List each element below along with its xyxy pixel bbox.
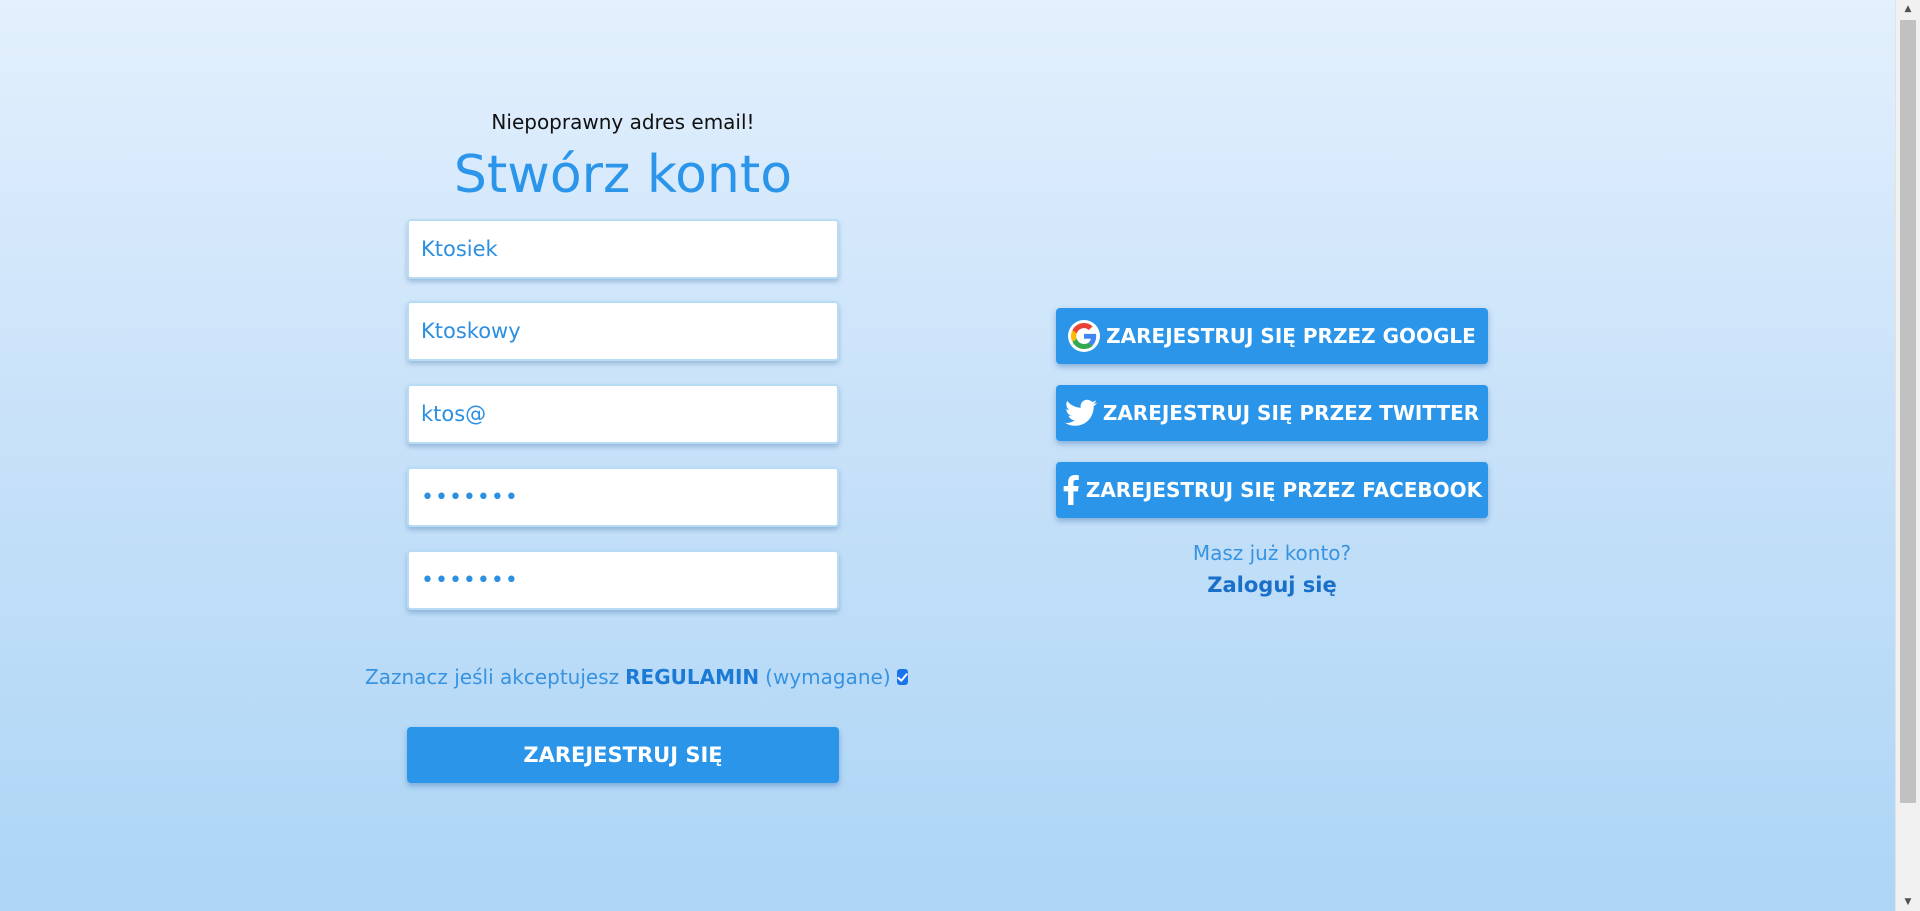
first-name-input[interactable] bbox=[407, 219, 839, 279]
twitter-register-button[interactable]: ZAREJESTRUJ SIĘ PRZEZ TWITTER bbox=[1056, 385, 1488, 441]
twitter-icon bbox=[1064, 399, 1097, 427]
terms-link[interactable]: REGULAMIN bbox=[625, 665, 759, 689]
google-register-button[interactable]: ZAREJESTRUJ SIĘ PRZEZ GOOGLE bbox=[1056, 308, 1488, 364]
password-confirm-input[interactable] bbox=[407, 550, 839, 610]
terms-label: Zaznacz jeśli akceptujesz bbox=[365, 665, 620, 689]
vertical-scrollbar[interactable]: ▲ ▼ bbox=[1895, 0, 1920, 911]
scroll-down-icon[interactable]: ▼ bbox=[1896, 893, 1920, 911]
login-link[interactable]: Zaloguj się bbox=[1056, 573, 1488, 597]
error-message: Niepoprawny adres email! bbox=[491, 110, 755, 134]
google-icon bbox=[1068, 320, 1101, 352]
google-register-label: ZAREJESTRUJ SIĘ PRZEZ GOOGLE bbox=[1106, 324, 1476, 348]
register-button[interactable]: ZAREJESTRUJ SIĘ bbox=[407, 727, 839, 783]
facebook-register-button[interactable]: ZAREJESTRUJ SIĘ PRZEZ FACEBOOK bbox=[1056, 462, 1488, 518]
scroll-up-icon[interactable]: ▲ bbox=[1896, 0, 1920, 18]
terms-required-note: (wymagane) bbox=[765, 665, 891, 689]
have-account-prompt: Masz już konto? bbox=[1192, 541, 1352, 565]
email-input[interactable] bbox=[407, 384, 839, 444]
scrollbar-thumb[interactable] bbox=[1900, 20, 1916, 803]
page-title: Stwórz konto bbox=[453, 145, 793, 205]
facebook-icon bbox=[1062, 475, 1080, 505]
terms-checkbox[interactable] bbox=[896, 669, 908, 685]
twitter-register-label: ZAREJESTRUJ SIĘ PRZEZ TWITTER bbox=[1102, 401, 1480, 425]
register-page: Niepoprawny adres email! Stwórz konto Za… bbox=[0, 0, 1895, 911]
terms-row: Zaznacz jeśli akceptujesz REGULAMIN (wym… bbox=[365, 665, 908, 689]
checkmark-icon bbox=[896, 672, 908, 682]
password-input[interactable] bbox=[407, 467, 839, 527]
facebook-register-label: ZAREJESTRUJ SIĘ PRZEZ FACEBOOK bbox=[1085, 478, 1483, 502]
last-name-input[interactable] bbox=[407, 301, 839, 361]
